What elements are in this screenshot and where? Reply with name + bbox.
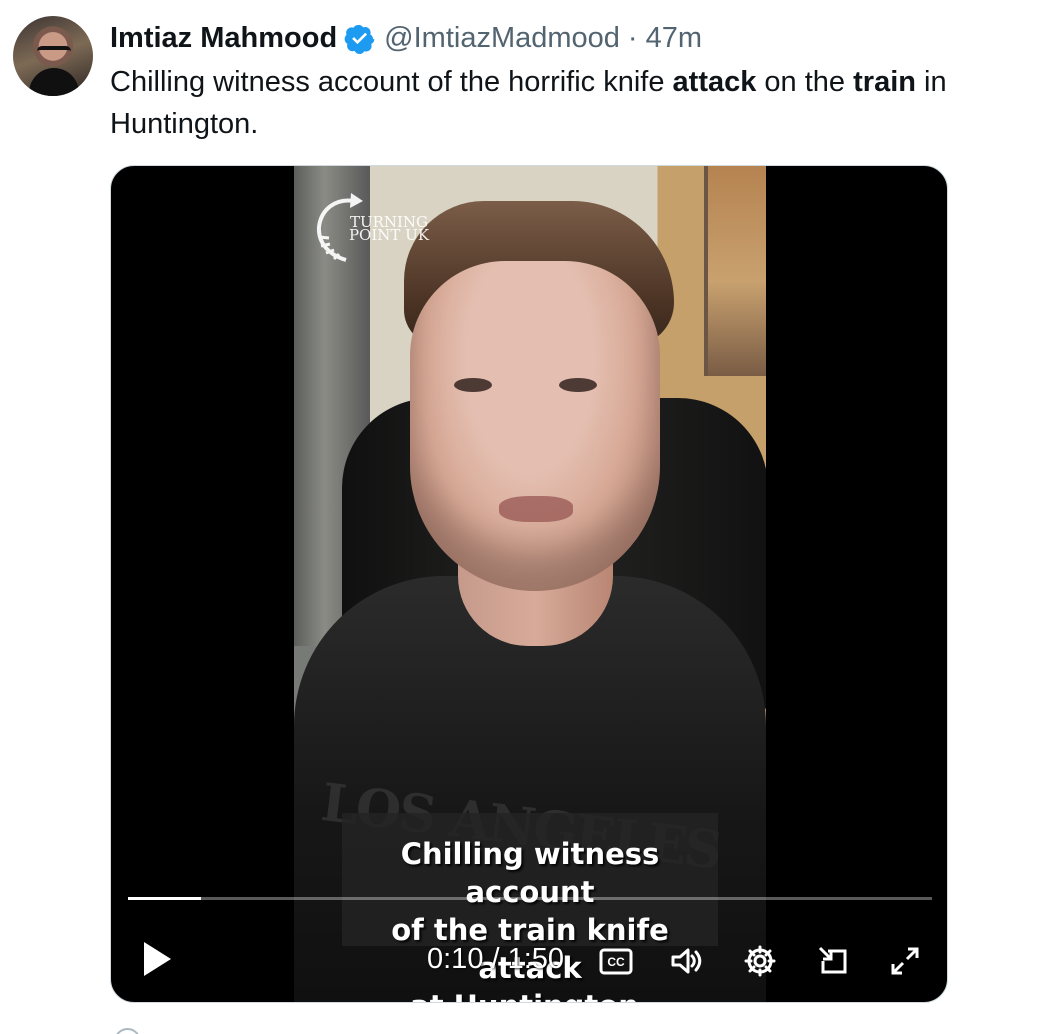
person-right-eye [559, 378, 597, 392]
play-button[interactable] [140, 939, 175, 979]
video-time-display: 0:10 / 1:50 [427, 943, 565, 975]
play-icon [144, 942, 171, 976]
person-face [410, 261, 660, 591]
profile-avatar-icon[interactable] [13, 16, 93, 96]
avatar-glasses-detail [37, 46, 71, 56]
video-progress-bar[interactable] [128, 897, 932, 900]
cc-icon-label: CC [607, 955, 625, 969]
logo-text: TURNING POINT UK [348, 213, 430, 244]
fullscreen-button[interactable] [887, 943, 923, 979]
tweet-text: Chilling witness account of the horrific… [110, 61, 1025, 145]
tweet-header: Imtiaz Mahmood @ImtiazMadmood · 47m [110, 18, 702, 58]
author-display-name[interactable]: Imtiaz Mahmood [110, 18, 337, 58]
volume-button[interactable] [668, 943, 704, 979]
tweet-text-bold-train: train [853, 66, 916, 98]
reply-icon-partial[interactable] [114, 1028, 141, 1034]
tweet-card: Imtiaz Mahmood @ImtiazMadmood · 47m Chil… [0, 0, 1044, 1034]
volume-icon [671, 948, 702, 974]
video-controls: 0:10 / 1:50 CC [111, 926, 947, 991]
gear-icon [744, 945, 776, 977]
closed-captions-button[interactable]: CC [598, 943, 634, 979]
video-player[interactable]: LOS ANGELES TURNING POINT UK Chilling wi… [110, 165, 948, 1003]
settings-button[interactable] [742, 943, 778, 979]
person-left-eye [454, 378, 492, 392]
tweet-timestamp[interactable]: 47m [646, 18, 702, 58]
tweet-text-part-2: on the [756, 66, 854, 98]
tweet-text-part-1: Chilling witness account of the horrific… [110, 66, 673, 98]
verified-badge-icon [344, 23, 375, 54]
picture-in-picture-icon [818, 946, 847, 974]
cc-icon: CC [599, 948, 633, 975]
tweet-text-bold-attack: attack [672, 66, 757, 98]
person-mouth [499, 496, 573, 522]
picture-in-picture-button[interactable] [815, 943, 851, 979]
background-cabinet [704, 166, 766, 376]
turning-point-logo: TURNING POINT UK [311, 188, 437, 266]
expand-icon [891, 947, 919, 975]
avatar-shirt-detail [29, 68, 79, 96]
video-progress-fill [128, 897, 202, 900]
author-handle[interactable]: @ImtiazMadmood [384, 18, 620, 58]
header-separator: · [627, 22, 638, 54]
